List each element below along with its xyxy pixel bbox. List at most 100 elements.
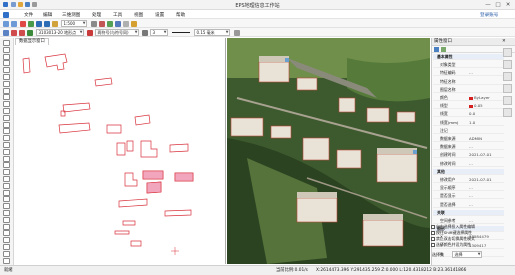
drawing-tab[interactable]: 数据显示窗口 <box>15 38 49 45</box>
grid-tool-icon[interactable] <box>3 196 10 203</box>
feature-code-select[interactable]: 3103013-20 地形点 ▼ <box>36 29 84 36</box>
property-row[interactable]: 图层名称 <box>433 87 504 93</box>
clear-tool-icon[interactable] <box>3 237 10 244</box>
undo-tool-icon[interactable] <box>3 223 10 230</box>
check-color-attr[interactable]: 选择颜色并设为属性 <box>431 242 503 247</box>
point-tool-icon[interactable] <box>3 87 10 94</box>
symbol-select[interactable]: 两符号(与符号同) ▼ <box>95 29 139 36</box>
side-tab-3[interactable] <box>503 72 512 81</box>
measure-tool-icon[interactable] <box>3 169 10 176</box>
property-row[interactable]: 线型 0.05 <box>433 103 504 110</box>
layer-icon[interactable] <box>115 20 121 27</box>
trim-tool-icon[interactable] <box>3 135 10 142</box>
redo-icon[interactable] <box>11 20 17 27</box>
app-menu-icon[interactable] <box>3 11 9 18</box>
side-tab-2[interactable] <box>503 60 512 69</box>
grid-icon[interactable] <box>107 20 113 27</box>
selection-combo[interactable]: 选择 ▼ <box>452 251 482 258</box>
snap-icon[interactable] <box>99 20 105 27</box>
login-link[interactable]: 登录账号 <box>480 12 498 18</box>
property-value[interactable]: … <box>469 144 503 149</box>
import-tool-icon[interactable] <box>3 250 10 257</box>
rect-tool-icon[interactable] <box>3 74 10 80</box>
minimize-button[interactable]: — <box>483 1 493 9</box>
side-tab-6[interactable] <box>503 108 512 117</box>
property-row[interactable]: 数据来源 ADMIN <box>433 136 504 142</box>
select-tool-icon[interactable] <box>3 40 10 46</box>
offset-tool-icon[interactable] <box>3 128 10 135</box>
property-row[interactable]: 线宽 0.0 <box>433 111 504 118</box>
zoom-out-icon[interactable] <box>44 20 50 27</box>
area-measure-tool-icon[interactable] <box>3 176 10 182</box>
property-value[interactable]: 0.05 <box>469 103 503 108</box>
menu-help[interactable]: 帮助 <box>176 12 185 18</box>
menu-edit[interactable]: 编辑 <box>43 12 52 18</box>
property-value[interactable]: ByLayer <box>469 95 503 100</box>
sort-icon[interactable] <box>434 47 439 52</box>
property-row[interactable]: 线宽(mm) 1.0 <box>433 120 504 126</box>
zoom-in-icon[interactable] <box>36 20 42 27</box>
color-picker-icon[interactable] <box>87 29 93 36</box>
property-value[interactable]: 2021-07-01 <box>469 152 503 157</box>
property-group[interactable]: 其他 <box>433 168 504 175</box>
menu-process[interactable]: 处理 <box>92 12 101 18</box>
property-row[interactable]: 显示顺序… <box>433 185 504 192</box>
mirror-tool-icon[interactable] <box>3 121 10 128</box>
draw-line-icon[interactable] <box>11 29 17 36</box>
pan-tool-icon[interactable] <box>3 210 10 216</box>
layer-tool-icon[interactable] <box>3 182 10 189</box>
check-free-select[interactable]: 自由选择投入属性编辑 <box>431 224 503 229</box>
property-value[interactable]: … <box>469 161 503 166</box>
refresh-icon[interactable] <box>52 20 58 27</box>
menu-file[interactable]: 文件 <box>24 12 33 18</box>
move-tool-icon[interactable] <box>3 101 10 108</box>
property-row[interactable]: 特征名称 <box>433 79 504 85</box>
join-tool-icon[interactable] <box>3 155 10 162</box>
checkbox-icon[interactable] <box>431 243 435 247</box>
menu-settings[interactable]: 设置 <box>155 12 164 18</box>
text-tool-icon[interactable] <box>3 94 10 101</box>
property-value[interactable]: ADMIN <box>469 136 503 141</box>
side-tab-5[interactable] <box>503 96 512 105</box>
settings-tool-icon[interactable] <box>3 257 10 264</box>
line-tool-icon[interactable] <box>3 46 10 53</box>
lock-icon[interactable] <box>131 20 137 27</box>
draw-area-icon[interactable] <box>27 29 33 36</box>
settings-icon[interactable] <box>123 20 129 27</box>
draw-point-icon[interactable] <box>19 29 25 36</box>
property-row[interactable]: 注记 <box>433 128 504 134</box>
menu-3d-mapping[interactable]: 三维测图 <box>62 12 80 18</box>
property-row[interactable]: 是否显示… <box>433 193 504 200</box>
property-row[interactable]: 颜色 ByLayer <box>433 95 504 101</box>
side-tab-4[interactable] <box>503 84 512 93</box>
rotate-tool-icon[interactable] <box>3 114 10 121</box>
property-value[interactable]: … <box>469 193 503 198</box>
property-row[interactable]: 对象类型 <box>433 62 504 69</box>
property-row[interactable]: 数据来源… <box>433 144 504 151</box>
break-tool-icon[interactable] <box>3 148 10 155</box>
property-value[interactable]: 1.0 <box>469 120 503 125</box>
pen-icon[interactable] <box>142 29 148 36</box>
property-row[interactable]: 创建时间 2021-07-01 <box>433 152 504 159</box>
layer-select[interactable]: 3 ▼ <box>150 29 168 36</box>
category-icon[interactable] <box>441 47 446 52</box>
property-row[interactable]: 是否选择… <box>433 202 504 208</box>
property-row[interactable]: 修改用户 2021-07-01 <box>433 177 504 183</box>
checkbox-icon[interactable] <box>431 237 435 241</box>
delete-icon[interactable] <box>20 20 26 27</box>
polyline-tool-icon[interactable] <box>3 53 10 60</box>
maximize-button[interactable]: □ <box>493 1 503 9</box>
property-row[interactable]: 特征编码… <box>433 70 504 77</box>
property-value[interactable]: … <box>469 70 503 75</box>
property-row[interactable]: 修改时间… <box>433 161 504 167</box>
property-value[interactable]: … <box>469 185 503 190</box>
zoom-tool-icon[interactable] <box>3 203 10 210</box>
snap-tool-icon[interactable] <box>3 189 10 196</box>
vector-map[interactable] <box>15 45 226 264</box>
property-value[interactable]: 2021-07-01 <box>469 177 503 182</box>
property-group[interactable]: 基本属性 <box>433 54 504 60</box>
checkbox-icon[interactable] <box>431 231 435 235</box>
circle-tool-icon[interactable] <box>3 67 10 74</box>
redo-tool-icon[interactable] <box>3 230 10 237</box>
linetype-select[interactable]: 0.15 毫米 ▼ <box>194 29 230 36</box>
